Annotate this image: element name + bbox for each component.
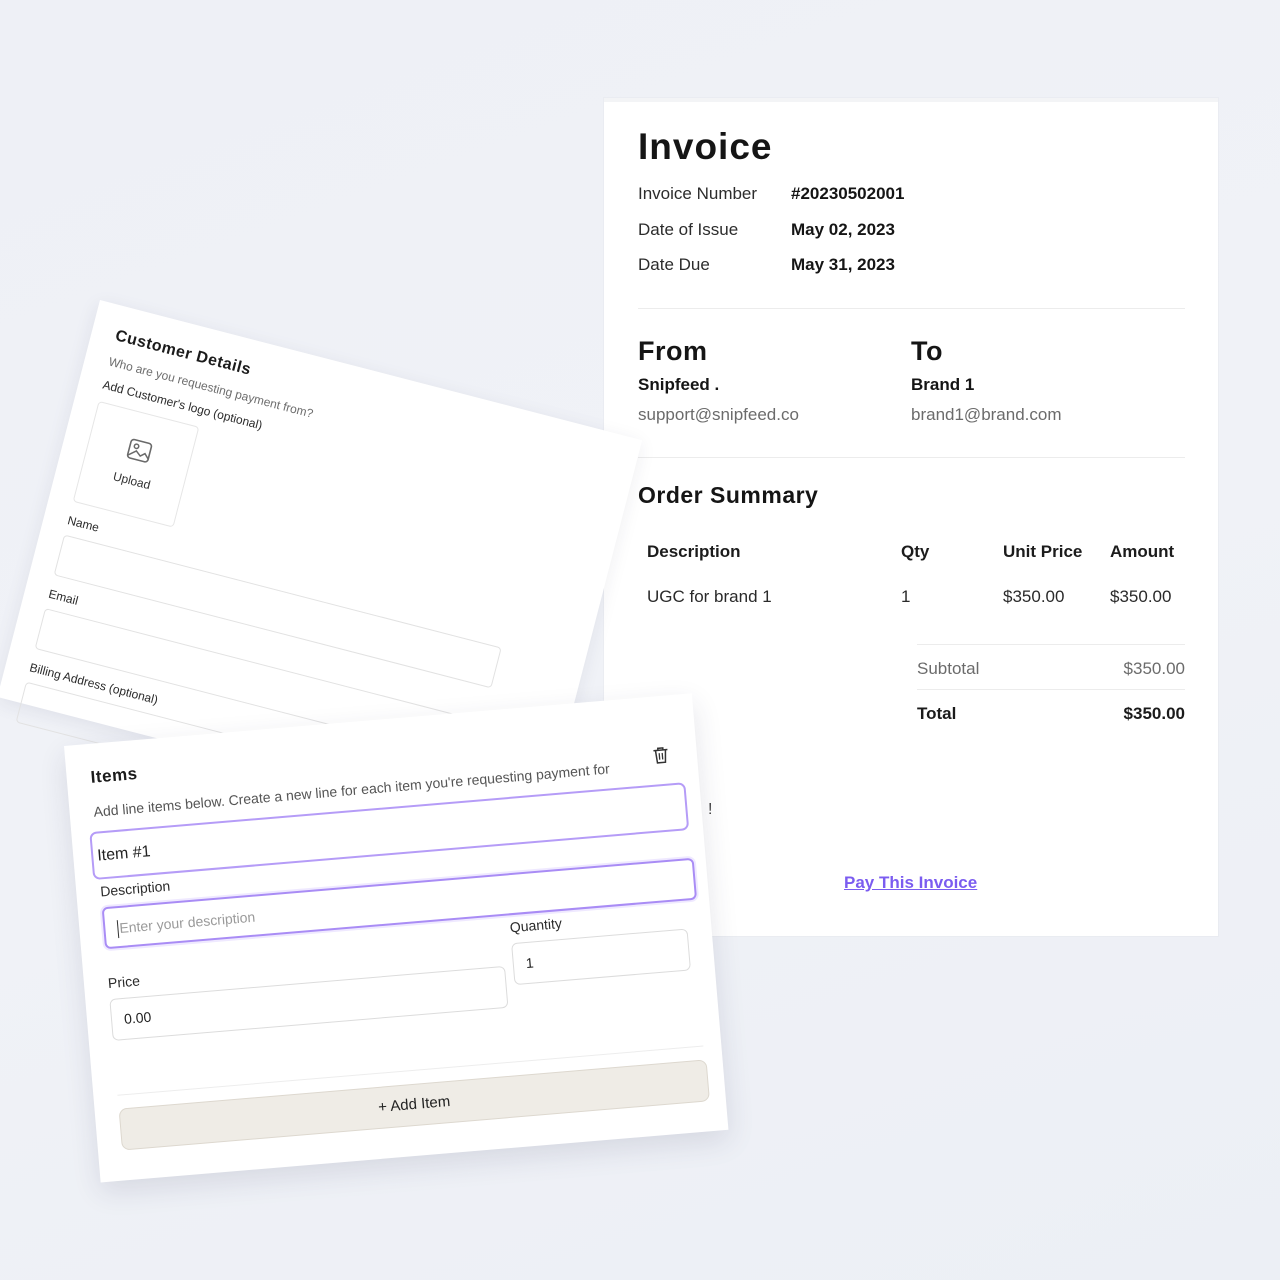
date-of-issue-label: Date of Issue	[638, 220, 739, 239]
logo-upload-button[interactable]: Upload	[72, 400, 200, 528]
row-amount: $350.00	[1110, 587, 1172, 606]
col-description: Description	[647, 542, 741, 561]
add-item-button[interactable]: + Add Item	[118, 1059, 710, 1151]
divider	[638, 457, 1185, 458]
divider	[917, 644, 1185, 645]
from-email: support@snipfeed.co	[638, 405, 799, 424]
trash-icon[interactable]	[652, 745, 670, 769]
order-summary-title: Order Summary	[638, 482, 819, 508]
subtotal-value: $350.00	[1123, 659, 1185, 678]
total-value: $350.00	[1123, 704, 1185, 723]
total-label: Total	[917, 704, 957, 723]
invoice-title: Invoice	[638, 126, 773, 167]
quantity-input[interactable]: 1	[511, 928, 691, 986]
subtotal-label: Subtotal	[917, 659, 980, 678]
items-card: Items Add line items below. Create a new…	[64, 693, 729, 1183]
divider	[917, 689, 1185, 690]
to-section: To Brand 1 brand1@brand.com	[911, 336, 1062, 425]
partially-hidden-text: !	[708, 801, 713, 818]
from-name: Snipfeed .	[638, 375, 720, 394]
quantity-group: Quantity 1	[509, 905, 693, 1007]
date-of-issue-row: Date of Issue May 02, 2023	[638, 220, 895, 240]
row-qty: 1	[901, 587, 911, 606]
invoice-number-label: Invoice Number	[638, 184, 758, 203]
divider	[638, 308, 1185, 309]
to-email: brand1@brand.com	[911, 405, 1062, 424]
price-value: 0.00	[123, 1008, 152, 1027]
date-of-issue-value: May 02, 2023	[791, 220, 895, 239]
invoice-top-divider	[604, 98, 1218, 102]
row-unit-price: $350.00	[1003, 587, 1065, 606]
date-due-label: Date Due	[638, 255, 710, 274]
date-due-value: May 31, 2023	[791, 255, 895, 274]
to-name: Brand 1	[911, 375, 975, 394]
col-unit-price: Unit Price	[1003, 542, 1083, 561]
description-placeholder: Enter your description	[118, 908, 256, 936]
from-heading: From	[638, 336, 708, 366]
pay-invoice-link[interactable]: Pay This Invoice	[844, 873, 977, 893]
to-heading: To	[911, 336, 943, 366]
invoice-number-value: #20230502001	[791, 184, 905, 203]
invoice-number-row: Invoice Number #20230502001	[638, 184, 904, 204]
row-description: UGC for brand 1	[647, 587, 772, 606]
date-due-row: Date Due May 31, 2023	[638, 255, 895, 275]
quantity-value: 1	[525, 954, 535, 972]
upload-label: Upload	[111, 469, 152, 493]
col-amount: Amount	[1110, 542, 1175, 561]
image-icon	[126, 438, 153, 463]
from-section: From Snipfeed . support@snipfeed.co	[638, 336, 799, 425]
col-qty: Qty	[901, 542, 930, 561]
